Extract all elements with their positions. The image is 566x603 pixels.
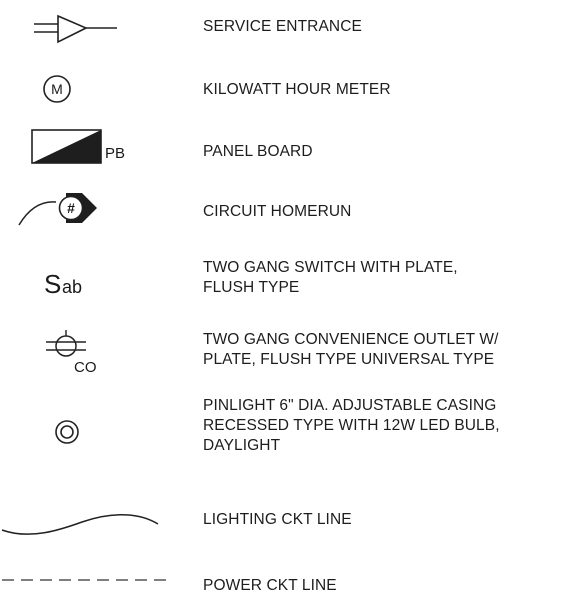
legend-row-two-gang-switch: S ab TWO GANG SWITCH WITH PLATE, FLUSH T… (0, 256, 566, 306)
kilowatt-hour-meter-symbol: M (0, 68, 180, 108)
meter-icon: M (43, 75, 71, 103)
legend-row-pinlight: PINLIGHT 6" DIA. ADJUSTABLE CASING RECES… (0, 396, 566, 466)
legend-description: CIRCUIT HOMERUN (203, 202, 563, 222)
circuit-homerun-symbol: # (0, 188, 180, 238)
outlet-icon: CO (46, 330, 97, 376)
panel-board-icon: PB (31, 129, 125, 164)
meter-letter: M (51, 81, 63, 97)
legend-text-line: PANEL BOARD (203, 143, 313, 160)
two-gang-switch-symbol: S ab (0, 256, 180, 306)
legend-description: TWO GANG SWITCH WITH PLATE, FLUSH TYPE (203, 258, 563, 298)
switch-letter: S (44, 269, 61, 299)
legend-text-line: POWER CKT LINE (203, 577, 337, 594)
service-entrance-symbol (0, 12, 180, 48)
legend-text-line: KILOWATT HOUR METER (203, 81, 391, 98)
legend-description: SERVICE ENTRANCE (203, 17, 563, 37)
electrical-legend: SERVICE ENTRANCE M KILOWATT HOUR METER P… (0, 0, 566, 603)
legend-row-circuit-homerun: # CIRCUIT HOMERUN (0, 188, 566, 238)
switch-subscript: ab (62, 277, 82, 297)
legend-text-line: CIRCUIT HOMERUN (203, 203, 352, 220)
legend-text-line: LIGHTING CKT LINE (203, 511, 352, 528)
switch-icon: S ab (44, 269, 82, 299)
legend-text-line: PLATE, FLUSH TYPE UNIVERSAL TYPE (203, 351, 495, 368)
pinlight-icon (55, 420, 79, 444)
convenience-outlet-symbol: CO (0, 326, 180, 376)
legend-description: KILOWATT HOUR METER (203, 80, 563, 100)
outlet-label: CO (74, 359, 97, 376)
legend-row-panel-board: PB PANEL BOARD (0, 124, 566, 172)
legend-text-line: FLUSH TYPE (203, 279, 300, 296)
homerun-icon: # (18, 193, 97, 226)
legend-row-service-entrance: SERVICE ENTRANCE (0, 12, 566, 48)
lighting-ckt-line-symbol (0, 494, 180, 544)
legend-row-kilowatt-hour-meter: M KILOWATT HOUR METER (0, 68, 566, 108)
legend-text-line: DAYLIGHT (203, 437, 281, 454)
legend-description: POWER CKT LINE (203, 576, 563, 596)
panel-board-symbol: PB (0, 124, 180, 172)
legend-description: LIGHTING CKT LINE (203, 510, 563, 530)
legend-description: TWO GANG CONVENIENCE OUTLET W/ PLATE, FL… (203, 330, 563, 370)
legend-description: PANEL BOARD (203, 142, 563, 162)
legend-row-convenience-outlet: CO TWO GANG CONVENIENCE OUTLET W/ PLATE,… (0, 326, 566, 376)
legend-description: PINLIGHT 6" DIA. ADJUSTABLE CASING RECES… (203, 396, 563, 456)
legend-text-line: SERVICE ENTRANCE (203, 18, 362, 35)
lighting-line-icon (1, 514, 159, 535)
homerun-circuit-number: # (67, 200, 75, 216)
legend-text-line: RECESSED TYPE WITH 12W LED BULB, (203, 417, 500, 434)
legend-row-power-ckt-line: POWER CKT LINE (0, 564, 566, 603)
pinlight-symbol (0, 396, 180, 466)
legend-text-line: TWO GANG SWITCH WITH PLATE, (203, 259, 458, 276)
power-ckt-line-symbol (0, 564, 180, 603)
legend-row-lighting-ckt-line: LIGHTING CKT LINE (0, 494, 566, 544)
power-line-icon (2, 579, 166, 581)
service-entrance-icon (34, 14, 117, 44)
panel-board-label: PB (105, 145, 125, 162)
legend-text-line: PINLIGHT 6" DIA. ADJUSTABLE CASING (203, 397, 497, 414)
legend-text-line: TWO GANG CONVENIENCE OUTLET W/ (203, 331, 499, 348)
